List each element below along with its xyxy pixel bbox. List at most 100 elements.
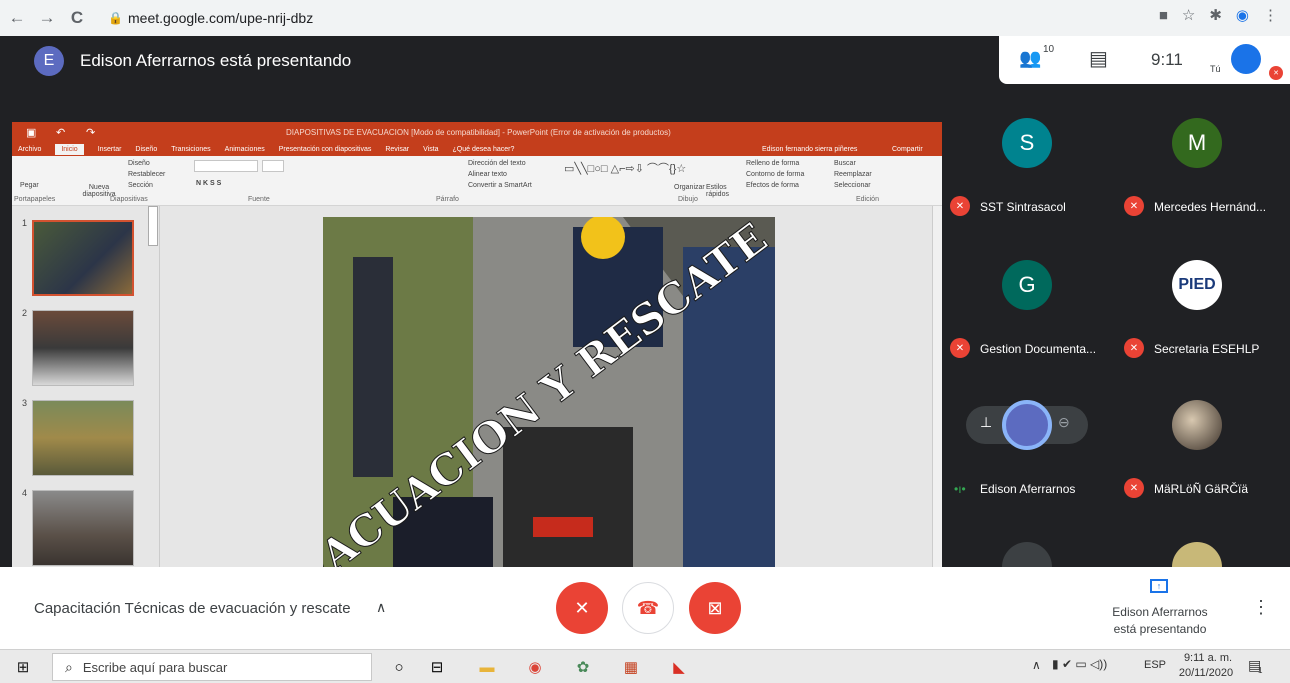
show-hidden-icons-icon[interactable]: ∧ bbox=[1032, 658, 1041, 672]
app-icon[interactable]: ▦ bbox=[620, 656, 642, 678]
file-explorer-icon[interactable]: ▬ bbox=[476, 656, 498, 678]
tab-presentacion[interactable]: Presentación con diapositivas bbox=[279, 146, 372, 153]
font-name-box[interactable] bbox=[194, 160, 258, 172]
back-icon[interactable]: ← bbox=[4, 5, 30, 31]
mic-off-icon: ✕ bbox=[950, 196, 970, 216]
ppt-tabs: Archivo Inicio Insertar Diseño Transicio… bbox=[12, 142, 942, 156]
participant-avatar bbox=[1172, 400, 1222, 450]
mic-off-icon: ✕ bbox=[1124, 338, 1144, 358]
remove-icon[interactable]: ⊖ bbox=[1058, 414, 1070, 431]
text-direction-button[interactable]: Dirección del texto bbox=[468, 160, 526, 167]
layout-button[interactable]: Diseño bbox=[128, 160, 150, 167]
participant-avatar bbox=[1002, 542, 1052, 567]
self-label: Tú bbox=[1210, 64, 1221, 74]
paste-button[interactable]: Pegar bbox=[20, 182, 39, 189]
app-icon[interactable]: ✿ bbox=[572, 656, 594, 678]
extensions-icon[interactable]: ✱ bbox=[1209, 6, 1222, 24]
menu-icon[interactable]: ⋮ bbox=[1263, 6, 1278, 24]
thumb-number: 4 bbox=[22, 488, 28, 498]
tray-date[interactable]: 20/11/2020 bbox=[1174, 667, 1238, 679]
shape-outline-button[interactable]: Contorno de forma bbox=[746, 171, 804, 178]
select-button[interactable]: Seleccionar bbox=[834, 182, 871, 189]
replace-button[interactable]: Reemplazar bbox=[834, 171, 872, 178]
tab-insertar[interactable]: Insertar bbox=[98, 146, 122, 153]
participant-name: Mercedes Hernánd... bbox=[1154, 200, 1267, 214]
task-view-icon[interactable]: ⊟ bbox=[426, 656, 448, 678]
ppt-title-text: DIAPOSITIVAS DE EVACUACION [Modo de comp… bbox=[286, 127, 671, 137]
undo-icon[interactable]: ↶ bbox=[56, 126, 65, 139]
tab-archivo[interactable]: Archivo bbox=[18, 146, 41, 153]
more-options-icon[interactable]: ⋮ bbox=[1252, 597, 1270, 618]
thumbs-scrollbar[interactable] bbox=[148, 206, 158, 246]
reload-icon[interactable]: C bbox=[64, 5, 90, 31]
profile-icon[interactable]: ◉ bbox=[1236, 6, 1249, 24]
slide-scrollbar[interactable] bbox=[932, 206, 942, 567]
find-button[interactable]: Buscar bbox=[834, 160, 856, 167]
taskbar-search[interactable]: ⌕ Escribe aquí para buscar bbox=[52, 653, 372, 681]
acrobat-icon[interactable]: ◣ bbox=[668, 656, 690, 678]
slide-thumbnails[interactable]: 1 2 3 4 bbox=[12, 206, 160, 567]
chrome-icon[interactable]: ◉ bbox=[524, 656, 546, 678]
self-avatar bbox=[1231, 44, 1261, 74]
slide-thumbnail-3[interactable] bbox=[32, 400, 134, 476]
tray-icons[interactable]: ▮ ✔ ▭ ◁)) bbox=[1052, 657, 1107, 671]
input-language[interactable]: ESP bbox=[1144, 659, 1166, 671]
thumb-number: 1 bbox=[22, 218, 28, 228]
pin-icon[interactable]: ⊥ bbox=[980, 414, 992, 431]
star-icon[interactable]: ☆ bbox=[1182, 6, 1195, 24]
redo-icon[interactable]: ↷ bbox=[86, 126, 95, 139]
notification-count: 1 bbox=[1258, 666, 1263, 675]
tab-inicio[interactable]: Inicio bbox=[55, 143, 84, 155]
leave-call-button[interactable]: ☎ bbox=[622, 582, 674, 634]
arrange-button[interactable]: Organizar bbox=[674, 184, 705, 191]
mic-off-icon: ✕ bbox=[950, 338, 970, 358]
shapes-gallery[interactable]: ▭╲╲□○□ △⌐⇨⇩ ⌒⌒{}☆ bbox=[564, 160, 686, 176]
camera-toggle[interactable]: ⊠ bbox=[689, 582, 741, 634]
quick-styles-button[interactable]: Estilos rápidos bbox=[706, 184, 730, 198]
slide-thumbnail-2[interactable] bbox=[32, 310, 134, 386]
tab-animaciones[interactable]: Animaciones bbox=[225, 146, 265, 153]
present-screen-icon[interactable]: ↑ bbox=[1150, 579, 1168, 593]
tray-time[interactable]: 9:11 a. m. bbox=[1178, 652, 1238, 664]
font-size-box[interactable] bbox=[262, 160, 284, 172]
windows-start-icon[interactable]: ⊞ bbox=[12, 656, 34, 678]
reset-button[interactable]: Restablecer bbox=[128, 171, 165, 178]
lock-icon: 🔒 bbox=[108, 11, 123, 25]
slide-thumbnail-1[interactable] bbox=[32, 220, 134, 296]
chevron-up-icon[interactable]: ∧ bbox=[376, 599, 386, 616]
address-bar[interactable]: 🔒 meet.google.com/upe-nrij-dbz bbox=[108, 4, 1108, 32]
shape-effects-button[interactable]: Efectos de forma bbox=[746, 182, 799, 189]
chat-icon[interactable]: ▤ bbox=[1089, 46, 1108, 71]
forward-icon[interactable]: → bbox=[34, 5, 60, 31]
people-icon[interactable]: 👥 bbox=[1019, 48, 1041, 69]
align-text-button[interactable]: Alinear texto bbox=[468, 171, 507, 178]
thumb-number: 2 bbox=[22, 308, 28, 318]
meeting-title[interactable]: Capacitación Técnicas de evacuación y re… bbox=[34, 600, 351, 617]
shape-fill-button[interactable]: Relleno de forma bbox=[746, 160, 799, 167]
slide-thumbnail-4[interactable] bbox=[32, 490, 134, 566]
camera-icon[interactable]: ■ bbox=[1159, 7, 1168, 24]
tab-vista[interactable]: Vista bbox=[423, 146, 438, 153]
powerpoint-window: ▣ ↶ ↷ DIAPOSITIVAS DE EVACUACION [Modo d… bbox=[12, 122, 942, 567]
meet-top-panel: 👥 10 ▤ 9:11 Tú ✕ bbox=[999, 36, 1290, 84]
section-button[interactable]: Sección bbox=[128, 182, 153, 189]
save-icon[interactable]: ▣ bbox=[26, 126, 36, 139]
group-slides: Diapositivas bbox=[110, 196, 148, 203]
bold-icon[interactable]: N K S S bbox=[196, 180, 221, 187]
ppt-titlebar: ▣ ↶ ↷ DIAPOSITIVAS DE EVACUACION [Modo d… bbox=[12, 122, 942, 142]
smartart-button[interactable]: Convertir a SmartArt bbox=[468, 182, 532, 189]
ppt-share[interactable]: Compartir bbox=[892, 146, 923, 153]
group-font: Fuente bbox=[248, 196, 270, 203]
participant-name: SST Sintrasacol bbox=[980, 200, 1066, 214]
tab-revisar[interactable]: Revisar bbox=[385, 146, 409, 153]
tell-me-box[interactable]: ¿Qué desea hacer? bbox=[453, 146, 515, 153]
meet-controls-bar: Capacitación Técnicas de evacuación y re… bbox=[0, 567, 1290, 649]
participant-avatar bbox=[1172, 542, 1222, 567]
tab-transiciones[interactable]: Transiciones bbox=[171, 146, 210, 153]
microphone-toggle[interactable]: ✕ bbox=[556, 582, 608, 634]
mic-off-icon: ✕ bbox=[1124, 478, 1144, 498]
cortana-icon[interactable]: ○ bbox=[388, 656, 410, 678]
participant-tiles: S ✕ SST Sintrasacol M ✕ Mercedes Hernánd… bbox=[942, 84, 1290, 567]
participant-avatar: G bbox=[1002, 260, 1052, 310]
tab-diseno[interactable]: Diseño bbox=[135, 146, 157, 153]
